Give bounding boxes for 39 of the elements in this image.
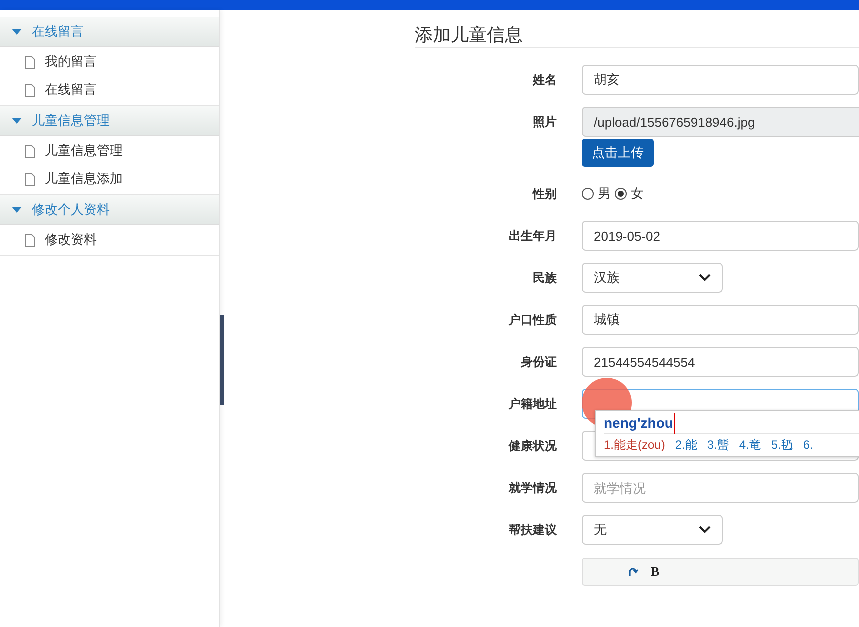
field-label: 帮扶建议 xyxy=(509,522,557,539)
field-label: 就学情况 xyxy=(509,480,557,497)
sidebar-item[interactable]: 我的留言 xyxy=(0,48,219,76)
sidebar-group-header[interactable]: 在线留言 xyxy=(0,17,219,47)
field-label: 身份证 xyxy=(521,354,557,371)
sidebar-item[interactable]: 儿童信息管理 xyxy=(0,137,219,165)
text-field[interactable]: 就学情况 xyxy=(582,473,859,503)
ime-candidate[interactable]: 4.竜 xyxy=(739,436,762,454)
text-field[interactable]: 城镇 xyxy=(582,305,859,335)
ime-composition: neng'zhou xyxy=(604,412,676,434)
text-field[interactable]: 胡亥 xyxy=(582,65,859,95)
ime-candidate[interactable]: 1.能走(zou) xyxy=(604,436,666,454)
ime-candidate[interactable]: 5.㲌 xyxy=(771,436,794,454)
select-field[interactable]: 汉族 xyxy=(582,263,723,293)
field-label: 健康状况 xyxy=(509,438,557,455)
field-label: 户口性质 xyxy=(509,312,557,329)
ime-candidate[interactable]: 2.能 xyxy=(675,436,698,454)
file-path-field[interactable]: /upload/1556765918946.jpg xyxy=(582,107,859,137)
ime-candidate[interactable]: 6. xyxy=(803,436,814,454)
text-field[interactable]: 2019-05-02 xyxy=(582,221,859,251)
sidebar-item[interactable]: 修改资料 xyxy=(0,226,219,254)
sidebar-item[interactable]: 儿童信息添加 xyxy=(0,165,219,193)
radio-label: 女 xyxy=(631,185,644,204)
ime-candidate[interactable]: 3.螚 xyxy=(707,436,730,454)
field-label: 性别 xyxy=(533,186,557,203)
field-label: 户籍地址 xyxy=(509,396,557,413)
radio-label: 男 xyxy=(598,185,611,204)
select-field[interactable]: 无 xyxy=(582,515,723,545)
field-label: 姓名 xyxy=(533,72,557,89)
sidebar-group-header[interactable]: 儿童信息管理 xyxy=(0,106,219,136)
field-label: 出生年月 xyxy=(509,228,557,245)
upload-button[interactable]: 点击上传 xyxy=(582,139,654,167)
field-label: 民族 xyxy=(533,270,557,287)
bold-button[interactable]: B xyxy=(651,562,660,582)
text-field[interactable]: 21544554544554 xyxy=(582,347,859,377)
sidebar-group-header[interactable]: 修改个人资料 xyxy=(0,195,219,225)
page-title: 添加儿童信息 xyxy=(415,22,859,48)
field-label: 照片 xyxy=(533,114,557,131)
sidebar-item[interactable]: 在线留言 xyxy=(0,76,219,104)
